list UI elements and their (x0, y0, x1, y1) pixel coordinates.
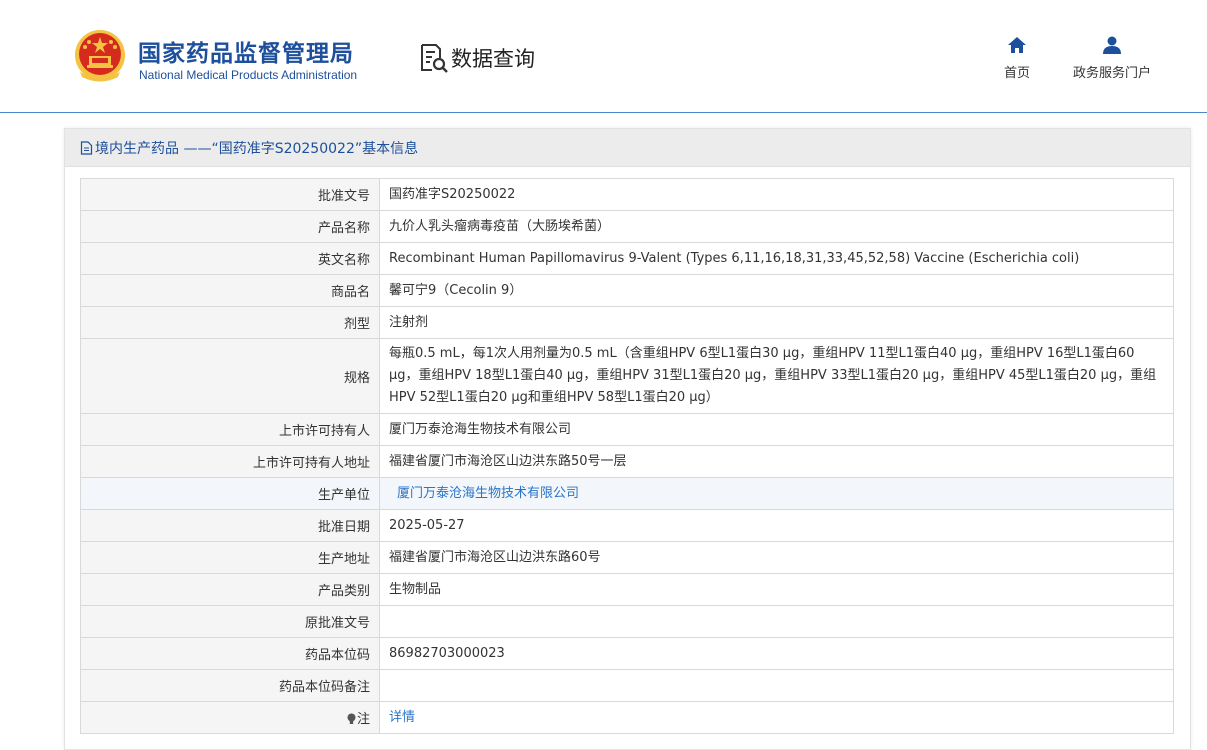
field-value: 厦门万泰沧海生物技术有限公司 (379, 413, 1174, 446)
field-label: 剂型 (80, 306, 380, 339)
table-row: 批准文号 国药准字S20250022 (80, 178, 1174, 211)
table-row: 产品名称 九价人乳头瘤病毒疫苗（大肠埃希菌） (80, 210, 1174, 243)
field-label: 生产单位 (80, 477, 380, 510)
field-label: 生产地址 (80, 541, 380, 574)
field-value: 国药准字S20250022 (379, 178, 1174, 211)
field-value: 生物制品 (379, 573, 1174, 606)
field-label: 上市许可持有人 (80, 413, 380, 446)
field-label: 产品名称 (80, 210, 380, 243)
org-name-en: National Medical Products Administration (139, 68, 358, 82)
details-link[interactable]: 详情 (389, 710, 415, 725)
table-row: 上市许可持有人地址 福建省厦门市海沧区山边洪东路50号一层 (80, 445, 1174, 478)
field-value: 2025-05-27 (379, 509, 1174, 542)
drug-info-panel: 境内生产药品 ——“国药准字S20250022”基本信息 批准文号 国药准字S2… (64, 128, 1191, 750)
field-value: 馨可宁9（Cecolin 9） (379, 274, 1174, 307)
table-row: 注 详情 (80, 701, 1174, 734)
nav-portal-label: 政务服务门户 (1072, 66, 1151, 81)
field-value: Recombinant Human Papillomavirus 9-Valen… (379, 242, 1174, 275)
field-label: 上市许可持有人地址 (80, 445, 380, 478)
field-label: 产品类别 (80, 573, 380, 606)
field-label: 原批准文号 (80, 605, 380, 638)
field-value: 每瓶0.5 mL，每1次人用剂量为0.5 mL（含重组HPV 6型L1蛋白30 … (379, 338, 1174, 414)
org-name-cn: 国家药品监督管理局 (138, 41, 354, 67)
field-label: 批准日期 (80, 509, 380, 542)
field-label: 药品本位码 (80, 637, 380, 670)
table-row: 英文名称 Recombinant Human Papillomavirus 9-… (80, 242, 1174, 275)
field-value: 厦门万泰沧海生物技术有限公司 (379, 477, 1174, 510)
field-value: 86982703000023 (379, 637, 1174, 670)
field-value (379, 605, 1174, 638)
nav-home[interactable]: 首页 (998, 36, 1036, 81)
nav-home-label: 首页 (1003, 66, 1030, 81)
table-row: 药品本位码 86982703000023 (80, 637, 1174, 670)
table-row: 原批准文号 (80, 605, 1174, 638)
field-value: 注射剂 (379, 306, 1174, 339)
field-label: 英文名称 (80, 242, 380, 275)
table-row: 上市许可持有人 厦门万泰沧海生物技术有限公司 (80, 413, 1174, 446)
home-icon (1008, 37, 1026, 53)
table-row: 药品本位码备注 (80, 669, 1174, 702)
table-row: 生产单位 厦门万泰沧海生物技术有限公司 (80, 477, 1174, 510)
table-row: 生产地址 福建省厦门市海沧区山边洪东路60号 (80, 541, 1174, 574)
field-label: 注 (80, 701, 380, 734)
field-label: 药品本位码备注 (80, 669, 380, 702)
manufacturer-link[interactable]: 厦门万泰沧海生物技术有限公司 (389, 486, 579, 501)
data-query-title: 数据查询 (418, 42, 535, 74)
document-icon (80, 140, 93, 155)
field-value: 福建省厦门市海沧区山边洪东路50号一层 (379, 445, 1174, 478)
field-value: 详情 (379, 701, 1174, 734)
table-row: 商品名 馨可宁9（Cecolin 9） (80, 274, 1174, 307)
user-icon (1103, 36, 1121, 54)
panel-title-text: 境内生产药品 ——“国药准字S20250022”基本信息 (95, 140, 419, 157)
nav-service-portal[interactable]: 政务服务门户 (1066, 36, 1158, 81)
query-title-text: 数据查询 (451, 47, 535, 71)
field-value (379, 669, 1174, 702)
field-value: 九价人乳头瘤病毒疫苗（大肠埃希菌） (379, 210, 1174, 243)
table-row: 规格 每瓶0.5 mL，每1次人用剂量为0.5 mL（含重组HPV 6型L1蛋白… (80, 338, 1174, 414)
lightbulb-icon (347, 713, 356, 724)
national-emblem-icon (75, 30, 125, 82)
note-label: 注 (356, 712, 370, 727)
field-label: 商品名 (80, 274, 380, 307)
drug-info-table: 批准文号 国药准字S20250022 产品名称 九价人乳头瘤病毒疫苗（大肠埃希菌… (80, 178, 1174, 734)
field-label: 批准文号 (80, 178, 380, 211)
document-search-icon (421, 44, 448, 73)
table-row: 产品类别 生物制品 (80, 573, 1174, 606)
site-header: 国家药品监督管理局 National Medical Products Admi… (0, 0, 1207, 113)
field-label: 规格 (80, 338, 380, 414)
panel-title: 境内生产药品 ——“国药准字S20250022”基本信息 (65, 129, 1190, 167)
field-value: 福建省厦门市海沧区山边洪东路60号 (379, 541, 1174, 574)
table-row: 批准日期 2025-05-27 (80, 509, 1174, 542)
table-row: 剂型 注射剂 (80, 306, 1174, 339)
